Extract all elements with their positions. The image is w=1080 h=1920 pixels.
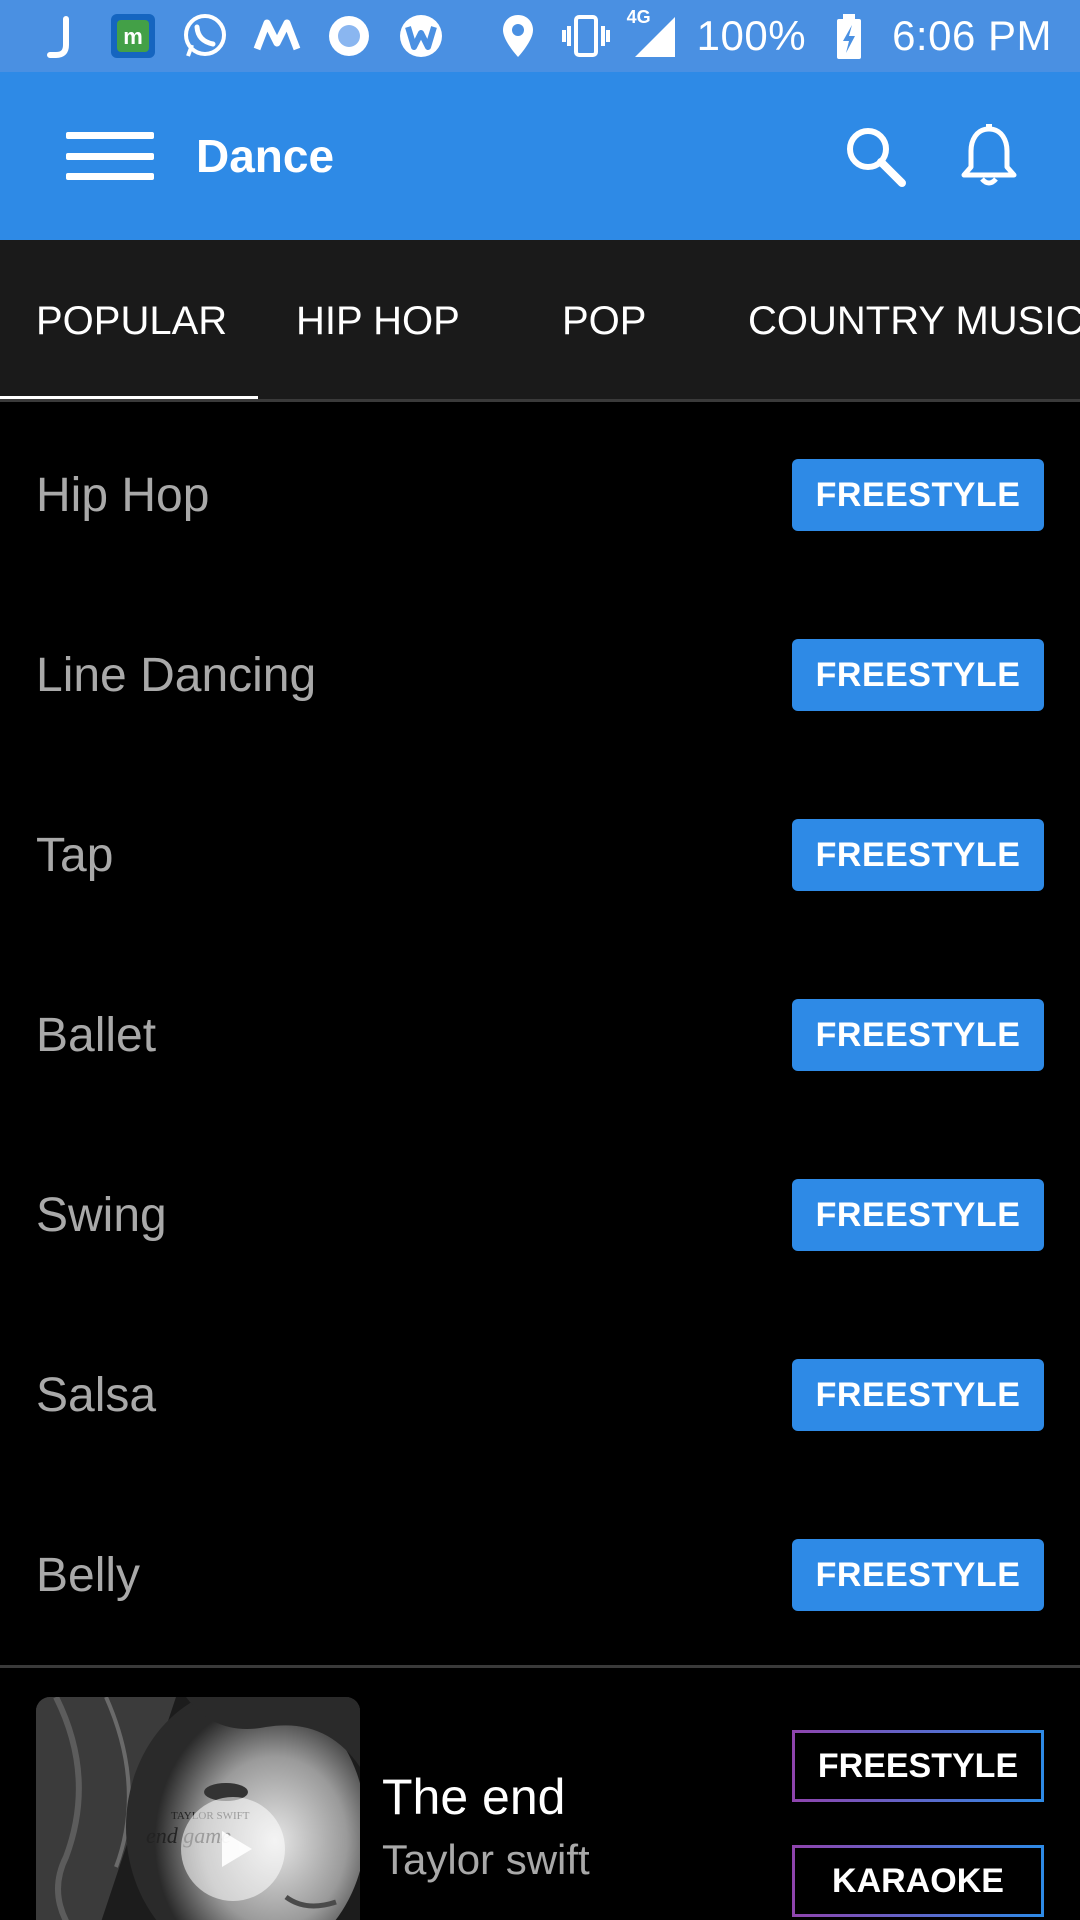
list-item-label: Swing (36, 1188, 167, 1242)
whatsapp-icon (180, 11, 230, 61)
location-icon (493, 11, 543, 61)
m-logo-icon (252, 11, 302, 61)
signal-icon: 4G (627, 7, 679, 61)
w-app-icon (396, 11, 446, 61)
list-item[interactable]: Line Dancing FREESTYLE (0, 585, 1080, 765)
song-title: The end (382, 1769, 566, 1825)
tab-pop[interactable]: POP (562, 240, 646, 399)
m-app-icon: m (108, 11, 158, 61)
list-item-label: Hip Hop (36, 468, 210, 522)
status-bar: m 4G 100% 6:06 PM (0, 0, 1080, 72)
list-item[interactable]: Belly FREESTYLE (0, 1485, 1080, 1665)
list-item-label: Tap (36, 828, 114, 882)
list-item[interactable]: Tap FREESTYLE (0, 765, 1080, 945)
list-item[interactable]: Hip Hop FREESTYLE (0, 405, 1080, 585)
now-playing-bar: TAYLOR SWIFT end game The end Taylor swi… (0, 1668, 1080, 1920)
battery-percent: 100% (696, 12, 807, 59)
list-item[interactable]: Salsa FREESTYLE (0, 1305, 1080, 1485)
selected-tab-indicator (0, 396, 258, 399)
dance-style-list: Hip Hop FREESTYLE Line Dancing FREESTYLE… (0, 405, 1080, 1665)
player-freestyle-button[interactable]: FREESTYLE (792, 1730, 1044, 1802)
page-title: Dance (196, 130, 335, 182)
system-status: 4G 100% 6:06 PM (493, 7, 1052, 61)
karaoke-button[interactable]: KARAOKE (792, 1845, 1044, 1917)
battery-charging-icon (824, 11, 874, 61)
list-item[interactable]: Swing FREESTYLE (0, 1125, 1080, 1305)
j-icon (36, 11, 86, 61)
tab-popular[interactable]: POPULAR (36, 240, 227, 399)
tab-country-music[interactable]: COUNTRY MUSIC (748, 240, 1080, 399)
list-item-label: Belly (36, 1548, 141, 1602)
album-art[interactable]: TAYLOR SWIFT end game (36, 1697, 360, 1920)
vibrate-icon (561, 11, 611, 61)
freestyle-button[interactable]: FREESTYLE (792, 639, 1044, 711)
network-type: 4G (626, 7, 651, 27)
tab-hip-hop[interactable]: HIP HOP (296, 240, 460, 399)
svg-text:m: m (123, 24, 143, 49)
freestyle-button[interactable]: FREESTYLE (792, 999, 1044, 1071)
clock: 6:06 PM (892, 12, 1052, 59)
bell-icon[interactable] (954, 121, 1024, 191)
search-icon[interactable] (840, 121, 910, 191)
app-bar: Dance (0, 72, 1080, 240)
freestyle-button[interactable]: FREESTYLE (792, 1539, 1044, 1611)
app-bar-actions (840, 121, 1024, 191)
list-item-label: Line Dancing (36, 648, 317, 702)
menu-icon[interactable] (66, 126, 154, 186)
freestyle-button[interactable]: FREESTYLE (792, 1179, 1044, 1251)
list-item[interactable]: Ballet FREESTYLE (0, 945, 1080, 1125)
circle-app-icon (324, 11, 374, 61)
play-icon[interactable] (181, 1797, 285, 1901)
list-item-label: Ballet (36, 1008, 157, 1062)
notification-icons: m (36, 11, 493, 61)
freestyle-button[interactable]: FREESTYLE (792, 1359, 1044, 1431)
list-item-label: Salsa (36, 1368, 157, 1422)
freestyle-button[interactable]: FREESTYLE (792, 819, 1044, 891)
song-artist: Taylor swift (382, 1836, 590, 1883)
freestyle-button[interactable]: FREESTYLE (792, 459, 1044, 531)
category-tabs: POPULAR HIP HOP POP COUNTRY MUSIC (0, 240, 1080, 402)
